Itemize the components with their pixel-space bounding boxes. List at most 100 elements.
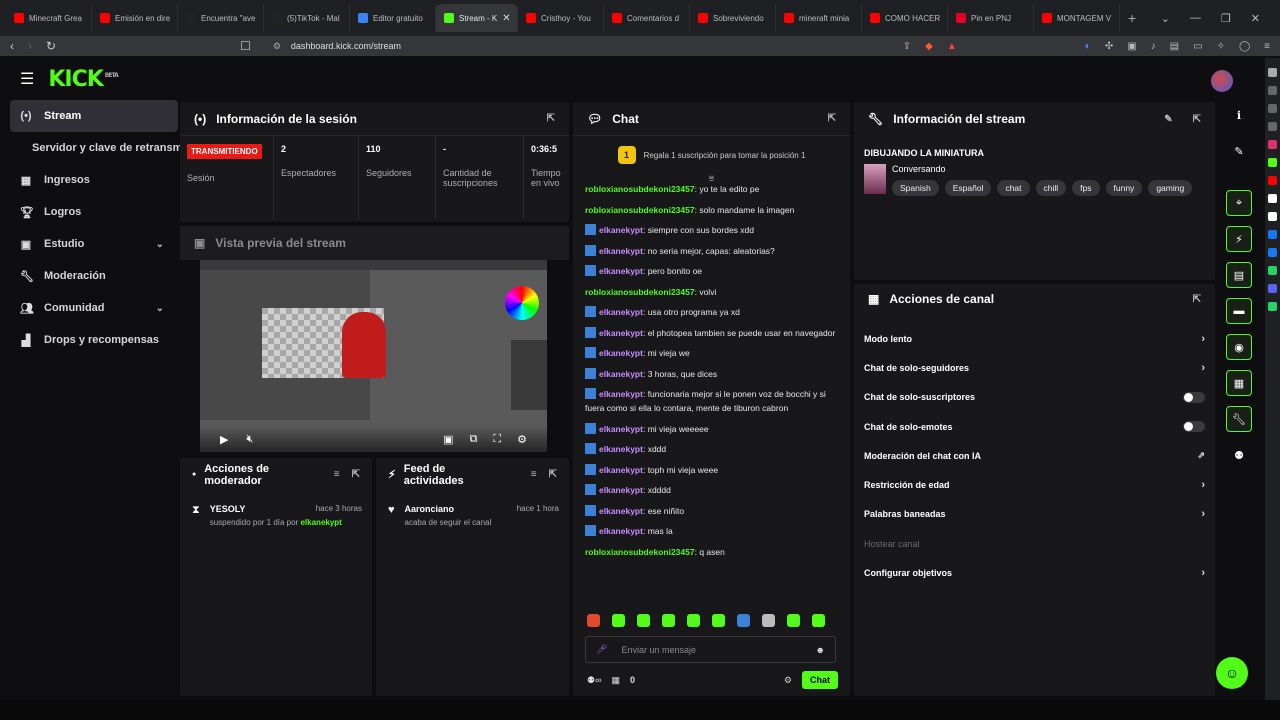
emote-icon[interactable]: [662, 614, 675, 627]
browser-tab[interactable]: COMO HACER: [862, 4, 948, 32]
share-icon[interactable]: ⇪: [903, 41, 911, 52]
chat-username[interactable]: elkanekypt: [599, 424, 643, 434]
maximize-icon[interactable]: ❐: [1221, 12, 1231, 25]
instagram-icon[interactable]: [1268, 140, 1277, 149]
side-icon[interactable]: [1268, 68, 1277, 77]
emote-icon[interactable]: [687, 614, 700, 627]
chat-username[interactable]: elkanekypt: [599, 389, 643, 399]
external-link-icon[interactable]: ⇗: [1197, 450, 1205, 461]
settings-icon[interactable]: ⚙: [517, 433, 527, 446]
screen-icon[interactable]: ⌖: [1226, 190, 1252, 216]
chat-input[interactable]: 🎤︎ Enviar un mensaje ☻: [585, 636, 836, 663]
emote-icon[interactable]: [737, 614, 750, 627]
popout-icon[interactable]: ⇱: [547, 113, 555, 124]
stream-tag[interactable]: gaming: [1148, 180, 1192, 196]
store-icon[interactable]: ▦: [611, 675, 620, 686]
side-icon[interactable]: [1268, 122, 1277, 131]
chat-username[interactable]: elkanekypt: [599, 225, 643, 235]
microphone-icon[interactable]: 🎤︎: [596, 644, 607, 655]
brave-shield-icon[interactable]: ◆: [925, 41, 933, 52]
chevron-right-icon[interactable]: ›: [1201, 362, 1205, 374]
chevron-right-icon[interactable]: ›: [1201, 333, 1205, 345]
reading-icon[interactable]: ▤: [1170, 41, 1179, 52]
chevron-down-icon[interactable]: ⌄: [156, 303, 164, 314]
mod-by-user[interactable]: elkanekypt: [300, 518, 341, 527]
popout-icon[interactable]: ⇱: [549, 469, 557, 481]
back-icon[interactable]: ‹: [10, 39, 14, 53]
discord-icon[interactable]: [1268, 284, 1277, 293]
side-icon[interactable]: [1268, 86, 1277, 95]
sidebar-item[interactable]: Servidor y clave de retransm: [10, 132, 182, 164]
browser-tab[interactable]: Editor gratuito: [350, 4, 436, 32]
close-tab-icon[interactable]: ✕: [502, 13, 510, 24]
broadcast-icon[interactable]: ◉: [1226, 334, 1252, 360]
chevron-down-icon[interactable]: ⌄: [156, 239, 164, 250]
browser-tab[interactable]: Comentarios d: [604, 4, 690, 32]
channel-action-item[interactable]: Moderación del chat con IA ⇗: [854, 441, 1215, 470]
popout-icon[interactable]: ⇱: [828, 113, 836, 124]
share-icon[interactable]: ⚉: [1226, 442, 1252, 468]
stream-tag[interactable]: chill: [1035, 180, 1067, 196]
mod-target-user[interactable]: YESOLY: [210, 504, 246, 514]
url-field[interactable]: ⚙ dashboard.kick.com/stream: [273, 41, 401, 52]
channel-action-item[interactable]: Chat de solo-seguidores ›: [854, 353, 1215, 382]
sidebar-item[interactable]: 🔧︎ Moderación: [10, 260, 178, 292]
wallet-icon[interactable]: ▭: [1193, 41, 1202, 52]
browser-tab[interactable]: MONTAGEM V: [1034, 4, 1120, 32]
feed-user[interactable]: Aaronciano: [405, 504, 455, 514]
kick-logo[interactable]: KICK BETA: [48, 67, 118, 92]
reload-icon[interactable]: ↻: [46, 39, 56, 53]
emote-icon[interactable]: [812, 614, 825, 627]
fullscreen-icon[interactable]: ⛶: [493, 433, 501, 446]
sidebar-item[interactable]: ▦ Ingresos: [10, 164, 178, 196]
bolt-icon[interactable]: ⚡︎: [1226, 226, 1252, 252]
chat-username[interactable]: robloxianosubdekoni23457: [585, 184, 695, 194]
messenger-icon[interactable]: [1268, 248, 1277, 257]
new-tab-icon[interactable]: +: [1128, 10, 1136, 26]
toggle-switch[interactable]: [1183, 391, 1205, 403]
browser-tab[interactable]: Encuentra "ave: [178, 4, 264, 32]
browser-tab[interactable]: Stream - K ✕: [436, 4, 518, 32]
puzzle-icon[interactable]: ✣: [1105, 41, 1113, 52]
rewards-icon[interactable]: ▲: [947, 41, 957, 52]
sidebar-item[interactable]: ▣ Estudio ⌄: [10, 228, 178, 260]
chat-username[interactable]: robloxianosubdekoni23457: [585, 287, 695, 297]
theater-icon[interactable]: ▣: [443, 433, 453, 446]
stream-tag[interactable]: fps: [1072, 180, 1100, 196]
pinned-gift-banner[interactable]: 1 Regala 1 suscripción para tomar la pos…: [573, 136, 850, 174]
send-chat-button[interactable]: Chat: [802, 671, 838, 689]
filter-icon[interactable]: ≡: [531, 469, 537, 481]
channel-action-item[interactable]: Palabras baneadas ›: [854, 500, 1215, 529]
chat-username[interactable]: elkanekypt: [599, 506, 643, 516]
emoji-icon[interactable]: ☻: [816, 645, 825, 655]
whatsapp-icon[interactable]: [1268, 302, 1277, 311]
browser-tab[interactable]: Sobreviviendo: [690, 4, 776, 32]
play-icon[interactable]: ▶: [220, 433, 228, 446]
browser-tab[interactable]: mineraft minia: [776, 4, 862, 32]
side-icon[interactable]: [1268, 104, 1277, 113]
screenshot-icon[interactable]: ▣: [1127, 41, 1136, 52]
document-icon[interactable]: ▤: [1226, 262, 1252, 288]
music-icon[interactable]: ♪: [1151, 41, 1156, 52]
side-icon[interactable]: [1268, 194, 1277, 203]
channel-action-item[interactable]: Configurar objetivos ›: [854, 558, 1215, 587]
toggle-switch[interactable]: [1183, 421, 1205, 433]
chevron-right-icon[interactable]: ›: [1201, 567, 1205, 579]
close-window-icon[interactable]: ✕: [1251, 12, 1260, 25]
profile-icon[interactable]: ◯: [1239, 41, 1250, 52]
browser-tab[interactable]: (5)TikTok - Mal: [264, 4, 350, 32]
channel-action-item[interactable]: Modo lento ›: [854, 324, 1215, 353]
stream-tag[interactable]: Spanish: [892, 180, 939, 196]
hamburger-menu-icon[interactable]: ☰: [20, 69, 34, 89]
sidebar-item[interactable]: 🏆︎ Logros: [10, 196, 178, 228]
chat-username[interactable]: elkanekypt: [599, 307, 643, 317]
stream-tag[interactable]: chat: [997, 180, 1030, 196]
chat-username[interactable]: elkanekypt: [599, 246, 643, 256]
emote-icon[interactable]: [612, 614, 625, 627]
channel-action-item[interactable]: Restricción de edad ›: [854, 470, 1215, 499]
extension-icon[interactable]: ◐: [1085, 41, 1091, 52]
popout-icon[interactable]: ⇱: [1193, 294, 1201, 305]
popout-icon[interactable]: ⇱: [352, 469, 360, 481]
leo-icon[interactable]: ✧: [1217, 41, 1225, 52]
chat-bubble-icon[interactable]: ▬: [1226, 298, 1252, 324]
